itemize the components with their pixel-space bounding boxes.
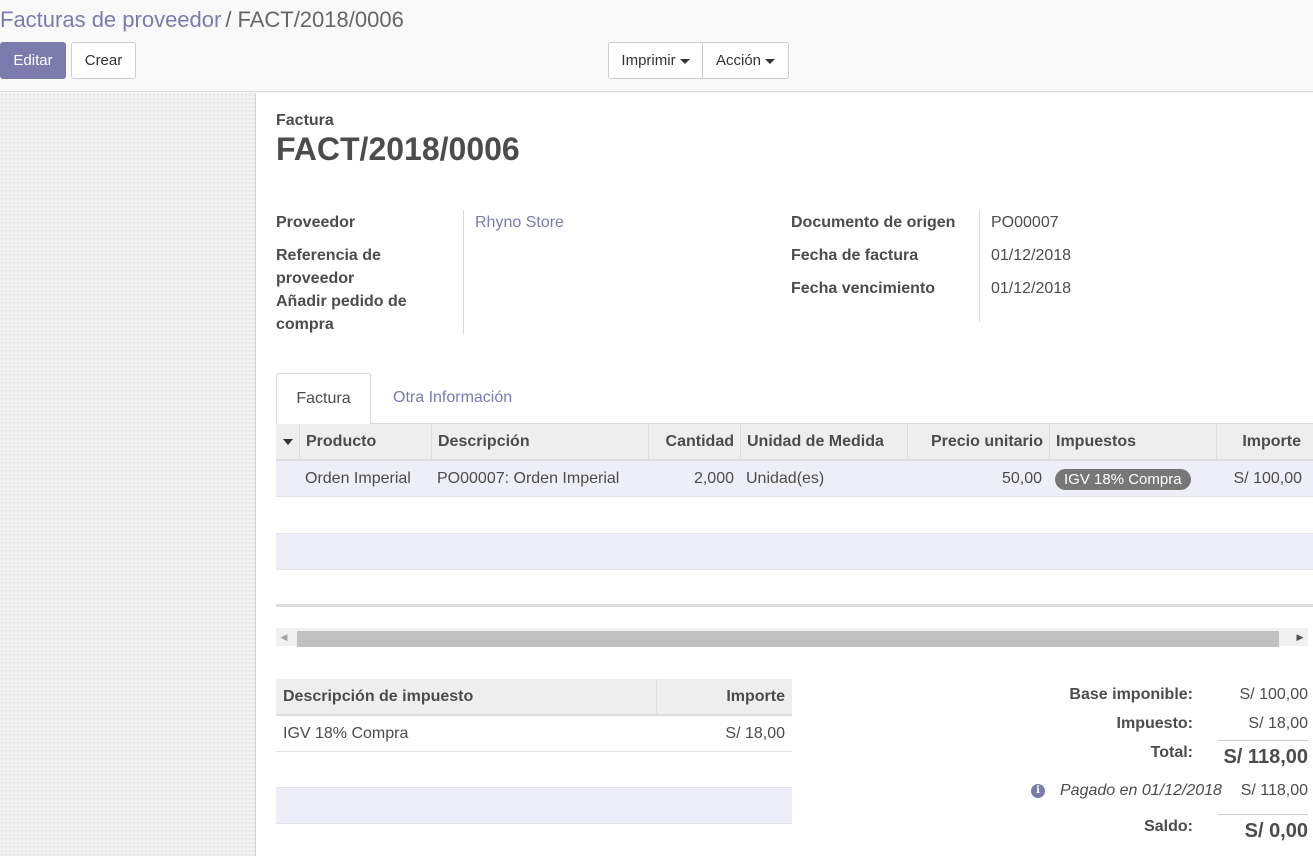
tax-table-header: Descripción de impuesto Importe (276, 679, 792, 716)
column-header-tax-description: Descripción de impuesto (283, 688, 474, 705)
tax-description: IGV 18% Compra (283, 725, 409, 742)
due-date-label: Fecha vencimiento (791, 280, 936, 297)
invoice-title: FACT/2018/0006 (276, 131, 520, 167)
empty-row (276, 570, 1313, 607)
create-button[interactable]: Crear (71, 42, 136, 79)
horizontal-scrollbar[interactable]: ◀ ▶ (276, 628, 1308, 647)
invoice-date-value: 01/12/2018 (991, 247, 1072, 264)
edit-button[interactable]: Editar (0, 42, 66, 79)
balance-label: Saldo: (1144, 818, 1193, 835)
origin-document-label: Documento de origen (791, 214, 956, 231)
breadcrumb-separator: / (225, 7, 232, 32)
line-description: PO00007: Orden Imperial (437, 470, 620, 487)
balance-divider (1218, 814, 1308, 815)
line-unit-price: 50,00 (1001, 470, 1042, 487)
vendor-reference-label: Referencia de proveedor (276, 247, 381, 287)
print-dropdown-button[interactable]: Imprimir (608, 42, 703, 79)
column-separator (740, 424, 741, 459)
background-pattern (0, 93, 255, 856)
column-header-unit-price[interactable]: Precio unitario (907, 424, 1043, 459)
vendor-link[interactable]: Rhyno Store (475, 214, 564, 232)
empty-row (276, 752, 792, 788)
invoice-line-row[interactable]: Orden Imperial PO00007: Orden Imperial 2… (276, 461, 1313, 497)
column-header-quantity[interactable]: Cantidad (648, 424, 734, 459)
breadcrumb-parent-link[interactable]: Facturas de proveedor (0, 7, 221, 32)
total-value: S/ 118,00 (1223, 746, 1308, 768)
empty-row (276, 788, 792, 824)
balance-value: S/ 0,00 (1244, 820, 1308, 842)
invoice-date-label: Fecha de factura (791, 247, 919, 264)
vendor-label: Proveedor (276, 214, 356, 231)
empty-row (276, 498, 1313, 534)
column-separator (431, 424, 432, 459)
scroll-right-arrow-icon[interactable]: ▶ (1292, 628, 1308, 646)
add-purchase-order-label: Añadir pedido de compra (276, 293, 407, 333)
field-divider (463, 210, 464, 335)
column-separator (299, 424, 300, 459)
print-button-label: Imprimir (621, 52, 676, 69)
tax-total-label: Impuesto: (1116, 715, 1193, 732)
action-dropdown-button[interactable]: Acción (703, 42, 789, 79)
sort-caret-icon[interactable] (283, 439, 293, 445)
breadcrumb: Facturas de proveedor / FACT/2018/0006 (0, 6, 404, 34)
column-header-tax-amount: Importe (726, 688, 785, 705)
tax-badge: IGV 18% Compra (1055, 469, 1191, 490)
base-amount-value: S/ 100,00 (1239, 686, 1309, 703)
document-type-label: Factura (276, 112, 334, 129)
payment-amount: S/ 118,00 (1240, 782, 1308, 799)
column-header-product[interactable]: Producto (306, 424, 376, 459)
column-header-uom[interactable]: Unidad de Medida (747, 424, 884, 459)
line-amount: S/ 100,00 (1233, 470, 1303, 487)
tax-amount: S/ 18,00 (725, 725, 785, 742)
tax-total-value: S/ 18,00 (1248, 715, 1308, 732)
origin-document-value: PO00007 (991, 214, 1059, 231)
column-header-taxes[interactable]: Impuestos (1056, 424, 1136, 459)
scroll-left-arrow-icon[interactable]: ◀ (276, 628, 292, 646)
payment-info-text: Pagado en 01/12/2018 (1060, 782, 1222, 799)
caret-down-icon (679, 58, 690, 64)
field-divider (979, 210, 980, 322)
tab-invoice[interactable]: Factura (276, 373, 371, 424)
due-date-value: 01/12/2018 (991, 280, 1072, 297)
form-sheet: Factura FACT/2018/0006 Proveedor Rhyno S… (255, 93, 1313, 856)
column-separator (1049, 424, 1050, 459)
line-quantity: 2,000 (693, 470, 734, 487)
caret-down-icon (765, 58, 776, 64)
line-product: Orden Imperial (305, 470, 411, 487)
base-amount-label: Base imponible: (1069, 686, 1193, 703)
line-uom: Unidad(es) (746, 470, 825, 487)
tab-other-info[interactable]: Otra Información (393, 373, 512, 422)
action-button-label: Acción (715, 52, 762, 69)
control-panel: Facturas de proveedor / FACT/2018/0006 Edi… (0, 0, 1313, 92)
total-divider (1218, 740, 1308, 741)
breadcrumb-current: FACT/2018/0006 (237, 7, 404, 32)
column-header-description[interactable]: Descripción (438, 424, 530, 459)
tax-row: IGV 18% Compra S/ 18,00 (276, 716, 792, 752)
invoice-lines-header: Producto Descripción Cantidad Unidad de … (276, 424, 1313, 461)
info-icon[interactable]: i (1031, 784, 1045, 798)
column-header-amount[interactable]: Importe (1216, 424, 1301, 459)
total-label: Total: (1150, 744, 1193, 761)
scrollbar-thumb[interactable] (297, 631, 1279, 647)
empty-row (276, 534, 1313, 570)
